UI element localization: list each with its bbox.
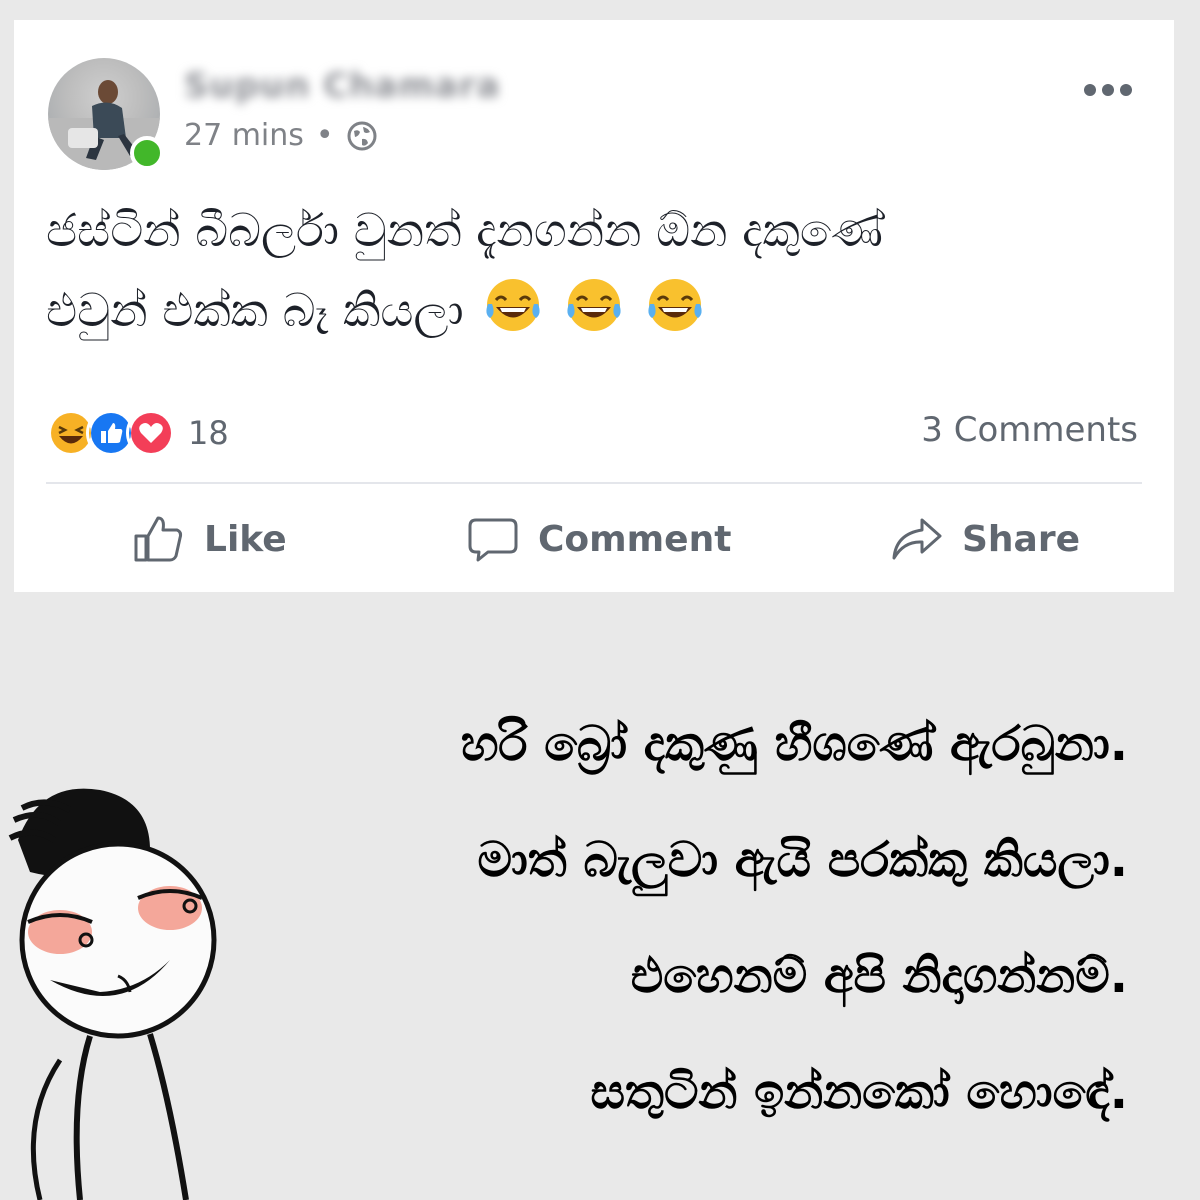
post-text-line-2-text: එවුන් එක්ක බෑ කියලා bbox=[46, 283, 464, 337]
comment-label: Comment bbox=[538, 518, 732, 560]
love-reaction-icon bbox=[126, 408, 176, 458]
post-actions-bar: Like Comment Share bbox=[14, 512, 1174, 572]
globe-icon[interactable] bbox=[346, 120, 378, 152]
post-text-line-2: එවුන් එක්ක බෑ කියලා bbox=[46, 270, 1146, 350]
post-time[interactable]: 27 mins bbox=[184, 118, 304, 153]
share-button[interactable]: Share bbox=[890, 512, 1080, 566]
facebook-post-card: Supun Chamara 27 mins • ජස්ටින් බීබර්ලා … bbox=[14, 20, 1174, 592]
like-button[interactable]: Like bbox=[132, 512, 287, 566]
dialogue-line-1: හරි බ්‍රෝ දකුණු හීශණේ ඇරබුනා. bbox=[460, 716, 1128, 772]
comments-count[interactable]: 3 Comments bbox=[921, 410, 1138, 450]
like-label: Like bbox=[204, 518, 287, 560]
dialogue-line-2: මාත් බැලුවා ඇයි පරක්කු කියලා. bbox=[477, 832, 1128, 888]
reactions-summary[interactable]: 18 bbox=[46, 408, 229, 458]
author-name[interactable]: Supun Chamara bbox=[184, 66, 500, 106]
cartoon-character-illustration bbox=[8, 788, 217, 1200]
laugh-emoji-icon bbox=[567, 279, 621, 331]
meme-dialogue: හරි බ්‍රෝ දකුණු හීශණේ ඇරබුනා. මාත් බැලුව… bbox=[228, 686, 1128, 1150]
share-label: Share bbox=[962, 518, 1081, 560]
laugh-emoji-icon bbox=[486, 279, 540, 331]
meme-frame: Supun Chamara 27 mins • ජස්ටින් බීබර්ලා … bbox=[0, 0, 1200, 1200]
laugh-emoji-icon bbox=[647, 279, 702, 331]
thumbs-up-icon bbox=[134, 516, 183, 562]
comment-icon bbox=[468, 518, 518, 562]
dialogue-line-3: එහෙනම් අපි නිදාගන්නම්. bbox=[630, 948, 1128, 1004]
share-icon bbox=[892, 518, 942, 560]
post-text: ජස්ටින් බීබර්ලා වුනත් දැනගන්න ඕන දකුණේ එ… bbox=[46, 190, 1146, 350]
online-status-dot bbox=[130, 136, 164, 170]
meta-separator: • bbox=[315, 118, 334, 153]
post-text-line-1: ජස්ටින් බීබර්ලා වුනත් දැනගන්න ඕන දකුණේ bbox=[46, 203, 883, 257]
reaction-count: 18 bbox=[188, 414, 229, 452]
more-options-icon[interactable] bbox=[1080, 80, 1136, 100]
comment-button[interactable]: Comment bbox=[466, 512, 731, 566]
action-divider bbox=[46, 482, 1142, 484]
dialogue-line-4: සතුටින් ඉන්නකෝ හොඳේ. bbox=[590, 1064, 1128, 1120]
post-meta: 27 mins • bbox=[184, 118, 378, 153]
